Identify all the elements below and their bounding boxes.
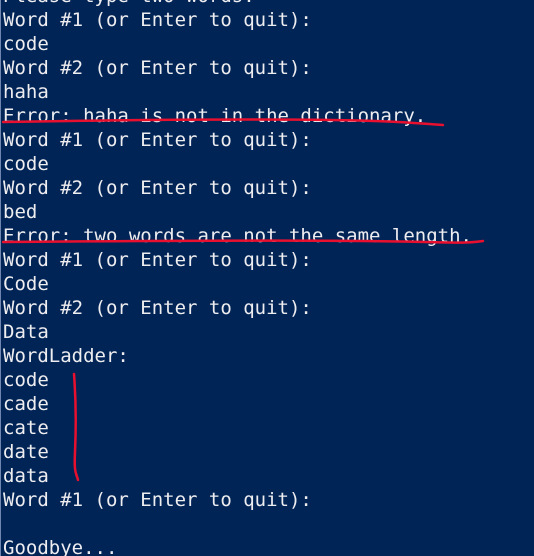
ladder-step: date — [3, 441, 49, 463]
prompt-word-1: Word #1 (or Enter to quit): — [3, 489, 312, 511]
input-word-2: bed — [3, 201, 38, 223]
error-not-in-dictionary: Error: haha is not in the dictionary. — [3, 105, 427, 127]
prompt-word-2: Word #2 (or Enter to quit): — [3, 297, 312, 319]
prompt-word-2: Word #2 (or Enter to quit): — [3, 57, 312, 79]
input-word-1: code — [3, 153, 49, 175]
prompt-word-1: Word #1 (or Enter to quit): — [3, 249, 312, 271]
input-word-2: Data — [3, 321, 49, 343]
input-word-1: Code — [3, 273, 49, 295]
goodbye-message: Goodbye... — [3, 537, 118, 556]
console-line: Please type two words: — [3, 0, 472, 8]
input-word-2: haha — [3, 81, 49, 103]
console-output: Please type two words: Word #1 (or Enter… — [3, 0, 472, 556]
prompt-word-2: Word #2 (or Enter to quit): — [3, 177, 312, 199]
word-ladder-heading: WordLadder: — [3, 345, 129, 367]
blank-line — [3, 512, 472, 536]
error-length-mismatch: Error: two words are not the same length… — [3, 225, 472, 247]
console-window[interactable]: Please type two words: Word #1 (or Enter… — [0, 0, 534, 556]
ladder-step: code — [3, 369, 49, 391]
prompt-word-1: Word #1 (or Enter to quit): — [3, 129, 312, 151]
ladder-step: cate — [3, 417, 49, 439]
ladder-step: cade — [3, 393, 49, 415]
input-word-1: code — [3, 33, 49, 55]
ladder-step: data — [3, 465, 49, 487]
prompt-word-1: Word #1 (or Enter to quit): — [3, 9, 312, 31]
